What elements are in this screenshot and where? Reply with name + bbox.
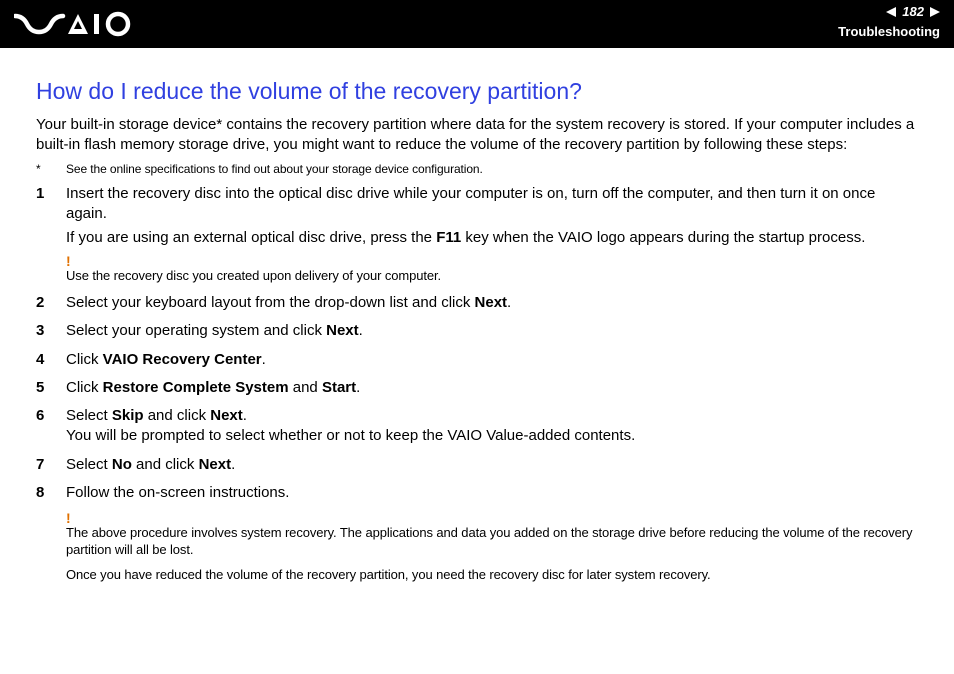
exclamation-icon: ! [66, 254, 918, 268]
page-title: How do I reduce the volume of the recove… [36, 78, 918, 105]
footnote-mark: * [36, 162, 66, 176]
text: key when the VAIO logo appears during th… [461, 229, 865, 246]
step-number: 1 [36, 184, 66, 286]
step-6: 6 Select Skip and click Next. You will b… [36, 406, 918, 447]
page-content: How do I reduce the volume of the recove… [0, 48, 954, 582]
text: and click [144, 407, 211, 424]
step-7: 7 Select No and click Next. [36, 455, 918, 475]
text: and [289, 379, 322, 396]
step-number: 4 [36, 350, 66, 370]
button-name: Next [326, 322, 359, 339]
step-number: 6 [36, 406, 66, 447]
button-name: Next [199, 456, 232, 473]
step-text: Insert the recovery disc into the optica… [66, 185, 875, 222]
section-label: Troubleshooting [838, 24, 940, 39]
warning-note: ! Use the recovery disc you created upon… [66, 254, 918, 285]
warning-block: ! The above procedure involves system re… [66, 511, 918, 559]
steps-list: 1 Insert the recovery disc into the opti… [36, 184, 918, 504]
footnote-text: See the online specifications to find ou… [66, 162, 483, 176]
step-text: Follow the on-screen instructions. [66, 483, 918, 503]
text: and click [132, 456, 199, 473]
text: You will be prompted to select whether o… [66, 427, 635, 444]
next-page-icon[interactable] [930, 7, 940, 17]
vaio-logo [14, 10, 134, 38]
prev-page-icon[interactable] [886, 7, 896, 17]
step-number: 8 [36, 483, 66, 503]
text: . [356, 379, 360, 396]
step-5: 5 Click Restore Complete System and Star… [36, 378, 918, 398]
warning-text: The above procedure involves system reco… [66, 525, 918, 559]
text: If you are using an external optical dis… [66, 229, 436, 246]
button-name: VAIO Recovery Center [103, 351, 262, 368]
text: Select [66, 456, 112, 473]
step-number: 5 [36, 378, 66, 398]
text: Select your operating system and click [66, 322, 326, 339]
button-name: Next [475, 294, 508, 311]
closing-text: Once you have reduced the volume of the … [66, 567, 918, 582]
text: . [507, 294, 511, 311]
page-navigator: 182 [886, 4, 940, 19]
text: . [231, 456, 235, 473]
key-name: F11 [436, 229, 461, 246]
step-1: 1 Insert the recovery disc into the opti… [36, 184, 918, 286]
step-number: 7 [36, 455, 66, 475]
exclamation-icon: ! [66, 511, 918, 525]
button-name: Next [210, 407, 243, 424]
button-name: Restore Complete System [103, 379, 289, 396]
note-text: Use the recovery disc you created upon d… [66, 268, 918, 285]
step-8: 8 Follow the on-screen instructions. [36, 483, 918, 503]
step-number: 3 [36, 321, 66, 341]
text: Select your keyboard layout from the dro… [66, 294, 475, 311]
button-name: No [112, 456, 132, 473]
button-name: Skip [112, 407, 144, 424]
text: Click [66, 379, 103, 396]
text: . [359, 322, 363, 339]
text: . [262, 351, 266, 368]
footnote: * See the online specifications to find … [36, 162, 918, 176]
text: . [243, 407, 247, 424]
page-header: 182 Troubleshooting [0, 0, 954, 48]
step-4: 4 Click VAIO Recovery Center. [36, 350, 918, 370]
text: Select [66, 407, 112, 424]
text: Click [66, 351, 103, 368]
step-3: 3 Select your operating system and click… [36, 321, 918, 341]
step-2: 2 Select your keyboard layout from the d… [36, 293, 918, 313]
page-number: 182 [902, 4, 924, 19]
step-1-subtext: If you are using an external optical dis… [66, 228, 918, 248]
step-number: 2 [36, 293, 66, 313]
intro-paragraph: Your built-in storage device* contains t… [36, 115, 918, 156]
button-name: Start [322, 379, 356, 396]
